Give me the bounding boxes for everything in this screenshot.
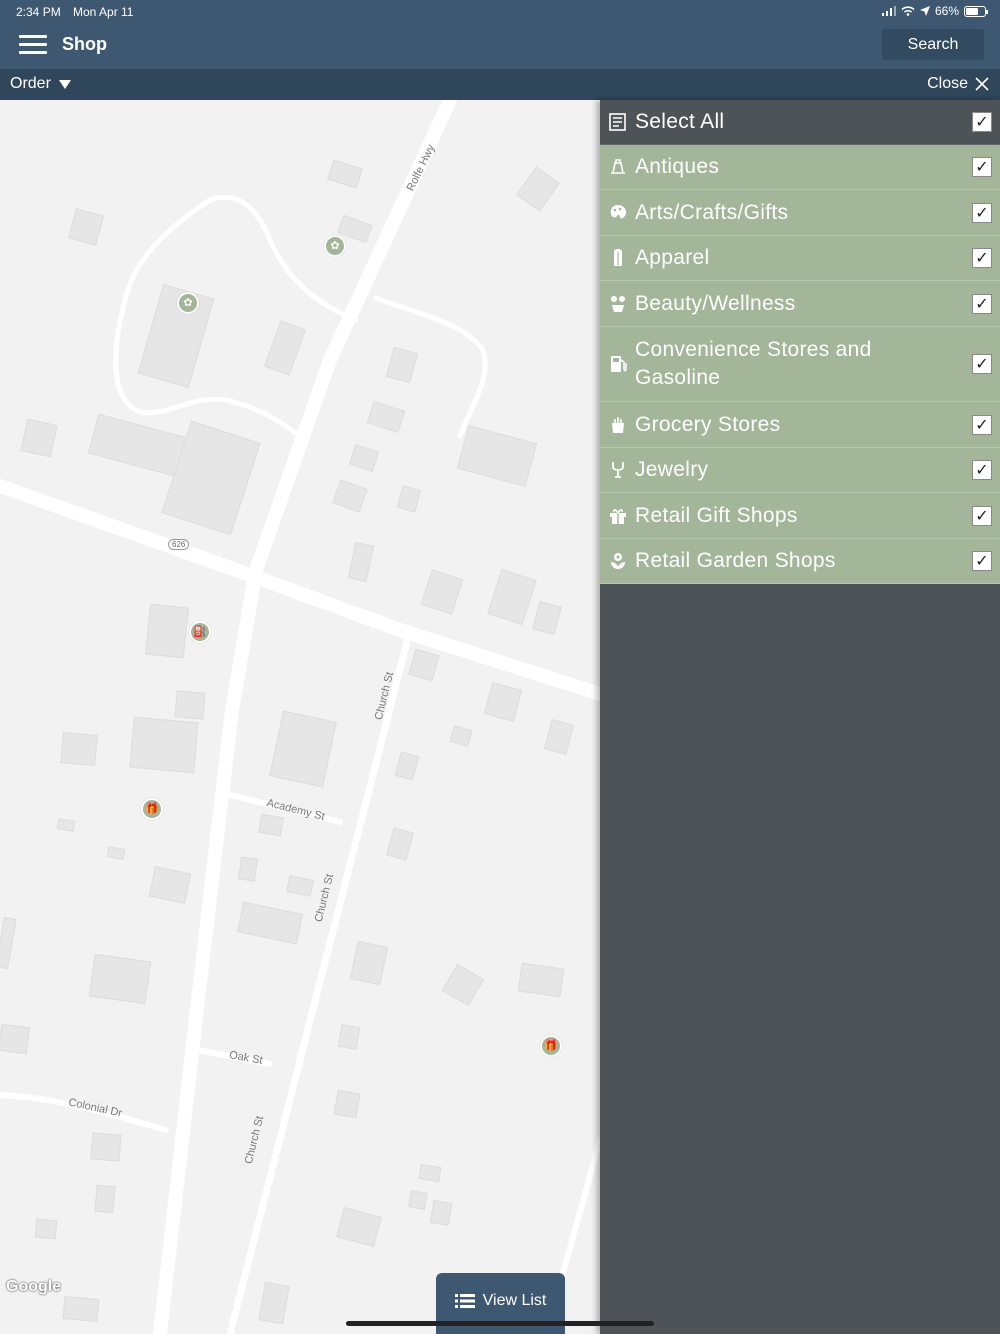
caret-down-icon bbox=[58, 79, 71, 89]
close-button[interactable]: Close bbox=[927, 75, 990, 93]
category-checkbox[interactable]: ✓ bbox=[972, 202, 992, 223]
category-row-convenience-gasoline[interactable]: Convenience Stores and Gasoline ✓ bbox=[600, 327, 1000, 402]
select-all-checkbox[interactable]: ✓ bbox=[972, 112, 992, 132]
palette-icon bbox=[608, 203, 628, 223]
signal-icon bbox=[881, 6, 896, 16]
status-bar: 2:34 PM Mon Apr 11 66% bbox=[0, 0, 1000, 24]
status-date: Mon Apr 11 bbox=[73, 5, 134, 19]
map-view[interactable]: Rolfe Hwy Church St Academy St Church St… bbox=[0, 100, 600, 1334]
battery-percent: 66% bbox=[934, 4, 959, 18]
location-arrow-icon bbox=[919, 6, 930, 16]
category-checkbox[interactable]: ✓ bbox=[972, 293, 992, 314]
status-indicators: 66% bbox=[881, 4, 988, 18]
map-pin-garden[interactable]: ✿ bbox=[324, 235, 346, 257]
order-label: Order bbox=[10, 75, 51, 92]
select-all-row[interactable]: Select All ✓ bbox=[600, 100, 1000, 145]
category-label: Beauty/Wellness bbox=[635, 291, 796, 315]
category-row-beauty-wellness[interactable]: Beauty/Wellness ✓ bbox=[600, 281, 1000, 327]
category-label: Retail Gift Shops bbox=[635, 503, 798, 527]
category-row-retail-garden-shops[interactable]: Retail Garden Shops ✓ bbox=[600, 539, 1000, 584]
close-label: Close bbox=[927, 75, 968, 92]
google-attribution: Google bbox=[6, 1278, 62, 1295]
page-title: Shop bbox=[62, 34, 107, 54]
map-pin-garden[interactable]: ✿ bbox=[177, 292, 199, 314]
flower-icon bbox=[608, 551, 628, 571]
category-row-arts-crafts-gifts[interactable]: Arts/Crafts/Gifts ✓ bbox=[600, 190, 1000, 236]
category-row-jewelry[interactable]: Jewelry ✓ bbox=[600, 448, 1000, 493]
category-checkbox[interactable]: ✓ bbox=[972, 248, 992, 268]
order-dropdown[interactable]: Order bbox=[10, 75, 71, 93]
battery-icon bbox=[964, 5, 988, 17]
list-icon bbox=[454, 1293, 475, 1308]
status-time: 2:34 PM bbox=[16, 5, 61, 19]
category-checkbox[interactable]: ✓ bbox=[972, 505, 992, 526]
search-button[interactable]: Search bbox=[882, 29, 984, 60]
route-badge: 626 bbox=[168, 539, 190, 550]
category-label: Jewelry bbox=[635, 458, 709, 481]
hamburger-menu-icon[interactable] bbox=[18, 32, 48, 58]
category-label: Grocery Stores bbox=[635, 412, 781, 436]
map-roads bbox=[0, 100, 600, 1334]
category-row-antiques[interactable]: Antiques ✓ bbox=[600, 145, 1000, 190]
category-row-apparel[interactable]: Apparel ✓ bbox=[600, 236, 1000, 281]
wifi-icon bbox=[901, 6, 915, 16]
filter-bar: Order Close bbox=[0, 69, 1000, 100]
category-row-retail-gift-shops[interactable]: Retail Gift Shops ✓ bbox=[600, 493, 1000, 539]
grocery-icon bbox=[608, 415, 628, 435]
home-indicator bbox=[346, 1321, 654, 1326]
beauty-icon bbox=[608, 294, 628, 314]
category-checkbox[interactable]: ✓ bbox=[972, 551, 992, 571]
category-checkbox[interactable]: ✓ bbox=[972, 354, 992, 374]
select-all-label: Select All bbox=[635, 110, 725, 133]
category-label: Antiques bbox=[635, 155, 720, 178]
category-label: Arts/Crafts/Gifts bbox=[635, 200, 789, 224]
category-checkbox[interactable]: ✓ bbox=[972, 157, 992, 177]
antiques-icon bbox=[608, 157, 628, 177]
category-filter-panel: Select All ✓ Antiques ✓ Arts/Crafts/Gift… bbox=[600, 100, 1000, 1334]
map-pin-gas[interactable]: ⛽ bbox=[189, 621, 211, 643]
ring-icon bbox=[608, 460, 628, 480]
category-checkbox[interactable]: ✓ bbox=[972, 414, 992, 435]
map-pin-gift[interactable]: 🎁 bbox=[141, 798, 163, 820]
close-icon bbox=[975, 77, 989, 91]
map-pin-gift[interactable]: 🎁 bbox=[540, 1035, 562, 1057]
gift-icon bbox=[608, 506, 628, 526]
apparel-icon bbox=[608, 248, 628, 268]
category-row-grocery[interactable]: Grocery Stores ✓ bbox=[600, 402, 1000, 448]
category-label: Apparel bbox=[635, 246, 710, 269]
category-checkbox[interactable]: ✓ bbox=[972, 460, 992, 480]
nav-bar: Shop Search bbox=[0, 24, 1000, 69]
list-icon bbox=[608, 112, 628, 132]
gas-pump-icon bbox=[608, 354, 628, 374]
category-label: Retail Garden Shops bbox=[635, 549, 836, 572]
view-list-label: View List bbox=[482, 1291, 547, 1309]
category-label: Convenience Stores and Gasoline bbox=[635, 338, 872, 389]
